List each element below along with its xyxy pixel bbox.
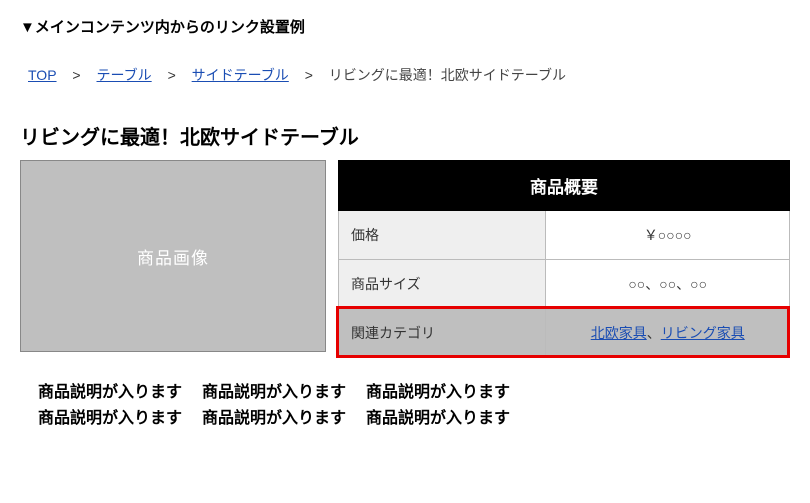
- row-label-size: 商品サイズ: [339, 260, 546, 309]
- table-row: 価格 ￥○○○○: [339, 211, 790, 260]
- table-row: 商品サイズ ○○、○○、○○: [339, 260, 790, 309]
- product-image-placeholder: 商品画像: [20, 160, 326, 352]
- row-label-category: 関連カテゴリ: [339, 309, 546, 358]
- section-title: ▼メインコンテンツ内からのリンク設置例: [20, 16, 790, 37]
- breadcrumb-current: リビングに最適！北欧サイドテーブル: [329, 67, 566, 83]
- breadcrumb-sep: >: [168, 67, 176, 83]
- row-value-category: 北欧家具、リビング家具: [546, 309, 790, 358]
- breadcrumb-sep: >: [72, 67, 80, 83]
- table-header: 商品概要: [339, 161, 790, 211]
- breadcrumb-link-table[interactable]: テーブル: [97, 67, 152, 83]
- breadcrumb-link-sidetable[interactable]: サイドテーブル: [192, 67, 289, 83]
- description-row: 商品説明が入ります 商品説明が入ります 商品説明が入ります 商品説明が入ります …: [20, 380, 790, 431]
- desc-col: 商品説明が入ります 商品説明が入ります: [38, 380, 182, 431]
- desc-line: 商品説明が入ります: [202, 380, 346, 406]
- spec-table: 商品概要 価格 ￥○○○○ 商品サイズ ○○、○○、○○ 関連カテゴリ 北欧家具…: [338, 160, 790, 358]
- breadcrumb: TOP > テーブル > サイドテーブル > リビングに最適！北欧サイドテーブル: [20, 65, 790, 85]
- row-value-price: ￥○○○○: [546, 211, 790, 260]
- desc-col: 商品説明が入ります 商品説明が入ります: [202, 380, 346, 431]
- category-link-hokuo[interactable]: 北欧家具: [591, 325, 647, 341]
- desc-line: 商品説明が入ります: [366, 406, 510, 432]
- desc-col: 商品説明が入ります 商品説明が入ります: [366, 380, 510, 431]
- row-value-size: ○○、○○、○○: [546, 260, 790, 309]
- content-row: 商品画像 商品概要 価格 ￥○○○○ 商品サイズ ○○、○○、○○ 関連カテゴリ…: [20, 160, 790, 358]
- product-title: リビングに最適！北欧サイドテーブル: [20, 121, 790, 150]
- desc-line: 商品説明が入ります: [38, 406, 182, 432]
- desc-line: 商品説明が入ります: [366, 380, 510, 406]
- desc-line: 商品説明が入ります: [202, 406, 346, 432]
- link-sep: 、: [647, 325, 661, 341]
- desc-line: 商品説明が入ります: [38, 380, 182, 406]
- breadcrumb-link-top[interactable]: TOP: [28, 67, 57, 83]
- row-label-price: 価格: [339, 211, 546, 260]
- table-row-highlight: 関連カテゴリ 北欧家具、リビング家具: [339, 309, 790, 358]
- breadcrumb-sep: >: [305, 67, 313, 83]
- category-link-living[interactable]: リビング家具: [661, 325, 745, 341]
